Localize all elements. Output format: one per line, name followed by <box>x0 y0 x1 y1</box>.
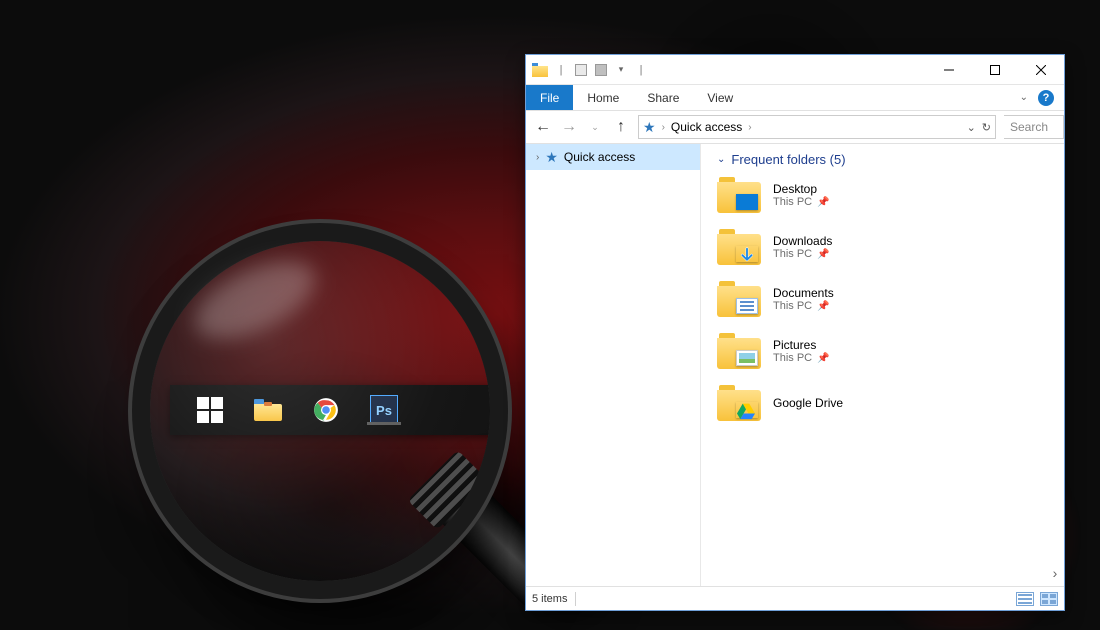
address-input[interactable]: ★ › Quick access › ⌄ ↻ <box>638 115 996 139</box>
ribbon-tab-file[interactable]: File <box>526 85 573 110</box>
folder-icon <box>717 333 761 369</box>
folder-icon <box>717 177 761 213</box>
minimize-button[interactable] <box>926 55 972 85</box>
file-explorer-icon <box>254 399 282 421</box>
start-button[interactable] <box>196 396 224 424</box>
pin-icon: 📌 <box>817 353 829 364</box>
folder-name: Documents <box>773 286 834 300</box>
expand-icon[interactable]: › <box>536 152 539 163</box>
chrome-icon <box>313 397 339 423</box>
close-button[interactable] <box>1018 55 1064 85</box>
breadcrumb-location[interactable]: Quick access <box>671 120 742 134</box>
qat-customize[interactable]: ▾ <box>614 63 628 77</box>
taskbar: Ps <box>170 385 500 435</box>
taskbar-active-indicator <box>367 422 401 425</box>
sidebar-item-quick-access[interactable]: › ★ Quick access <box>526 144 700 170</box>
taskbar-photoshop[interactable]: Ps <box>370 396 398 424</box>
folder-item-pictures[interactable]: PicturesThis PC 📌 <box>717 333 1064 369</box>
windows-logo-icon <box>197 397 223 423</box>
pin-icon: 📌 <box>817 249 829 260</box>
window-icon[interactable] <box>532 63 548 77</box>
ribbon-expand-icon[interactable]: ⌄ <box>1020 92 1028 103</box>
star-icon: ★ <box>545 149 558 166</box>
folder-item-documents[interactable]: DocumentsThis PC 📌 <box>717 281 1064 317</box>
folder-icon <box>717 385 761 421</box>
pin-icon: 📌 <box>817 197 829 208</box>
folder-item-downloads[interactable]: DownloadsThis PC 📌 <box>717 229 1064 265</box>
folder-location: This PC 📌 <box>773 196 830 208</box>
breadcrumb-sep2[interactable]: › <box>748 122 751 133</box>
group-header[interactable]: ⌄ Frequent folders (5) <box>717 152 1064 167</box>
help-icon[interactable]: ? <box>1038 90 1054 106</box>
status-item-count: 5 items <box>532 593 567 605</box>
navigation-pane: › ★ Quick access <box>526 144 701 586</box>
folder-name: Pictures <box>773 338 830 352</box>
folder-name: Downloads <box>773 234 832 248</box>
nav-recent-dropdown[interactable]: ⌄ <box>586 118 604 136</box>
nav-up-button[interactable]: ↑ <box>612 118 630 136</box>
qat-separator: | <box>554 63 568 77</box>
folder-location: This PC 📌 <box>773 352 830 364</box>
folder-item-google-drive[interactable]: Google Drive <box>717 385 1064 421</box>
folder-name: Google Drive <box>773 396 843 410</box>
search-input[interactable]: Search <box>1004 115 1064 139</box>
maximize-button[interactable] <box>972 55 1018 85</box>
content-pane: ⌄ Frequent folders (5) DesktopThis PC 📌D… <box>701 144 1064 586</box>
qat-dropdown[interactable] <box>594 63 608 77</box>
qat-sep2: | <box>634 63 648 77</box>
group-title: Frequent folders (5) <box>731 152 845 167</box>
qat-properties[interactable] <box>574 63 588 77</box>
pin-icon: 📌 <box>817 301 829 312</box>
view-tiles-button[interactable] <box>1040 592 1058 606</box>
refresh-icon[interactable]: ↻ <box>982 121 991 134</box>
addressbar: ← → ⌄ ↑ ★ › Quick access › ⌄ ↻ Search <box>526 111 1064 144</box>
folder-name: Desktop <box>773 182 830 196</box>
titlebar: | ▾ | <box>526 55 1064 85</box>
folder-icon <box>717 229 761 265</box>
breadcrumb-sep[interactable]: › <box>662 122 665 133</box>
file-explorer-window: | ▾ | File Home Share View ⌄ ? ← → ⌄ ↑ ★… <box>525 54 1065 611</box>
folder-location: This PC 📌 <box>773 248 832 260</box>
address-dropdown[interactable]: ⌄ <box>967 121 976 134</box>
photoshop-icon: Ps <box>370 395 398 425</box>
nav-forward-button: → <box>560 118 578 136</box>
statusbar: 5 items <box>526 586 1064 610</box>
lens-glare <box>183 245 326 354</box>
view-details-button[interactable] <box>1016 592 1034 606</box>
folder-icon <box>717 281 761 317</box>
folder-item-desktop[interactable]: DesktopThis PC 📌 <box>717 177 1064 213</box>
taskbar-chrome[interactable] <box>312 396 340 424</box>
collapse-icon[interactable]: ⌄ <box>717 154 725 165</box>
sidebar-label: Quick access <box>564 150 635 164</box>
ribbon-tab-home[interactable]: Home <box>573 85 633 110</box>
folder-location: This PC 📌 <box>773 300 834 312</box>
nav-back-button[interactable]: ← <box>534 118 552 136</box>
ribbon-tab-share[interactable]: Share <box>633 85 693 110</box>
ribbon: File Home Share View ⌄ ? <box>526 85 1064 111</box>
horizontal-scroll-right[interactable]: › <box>1046 564 1064 582</box>
quick-access-star-icon: ★ <box>643 119 656 136</box>
ribbon-tab-view[interactable]: View <box>693 85 747 110</box>
taskbar-file-explorer[interactable] <box>254 396 282 424</box>
